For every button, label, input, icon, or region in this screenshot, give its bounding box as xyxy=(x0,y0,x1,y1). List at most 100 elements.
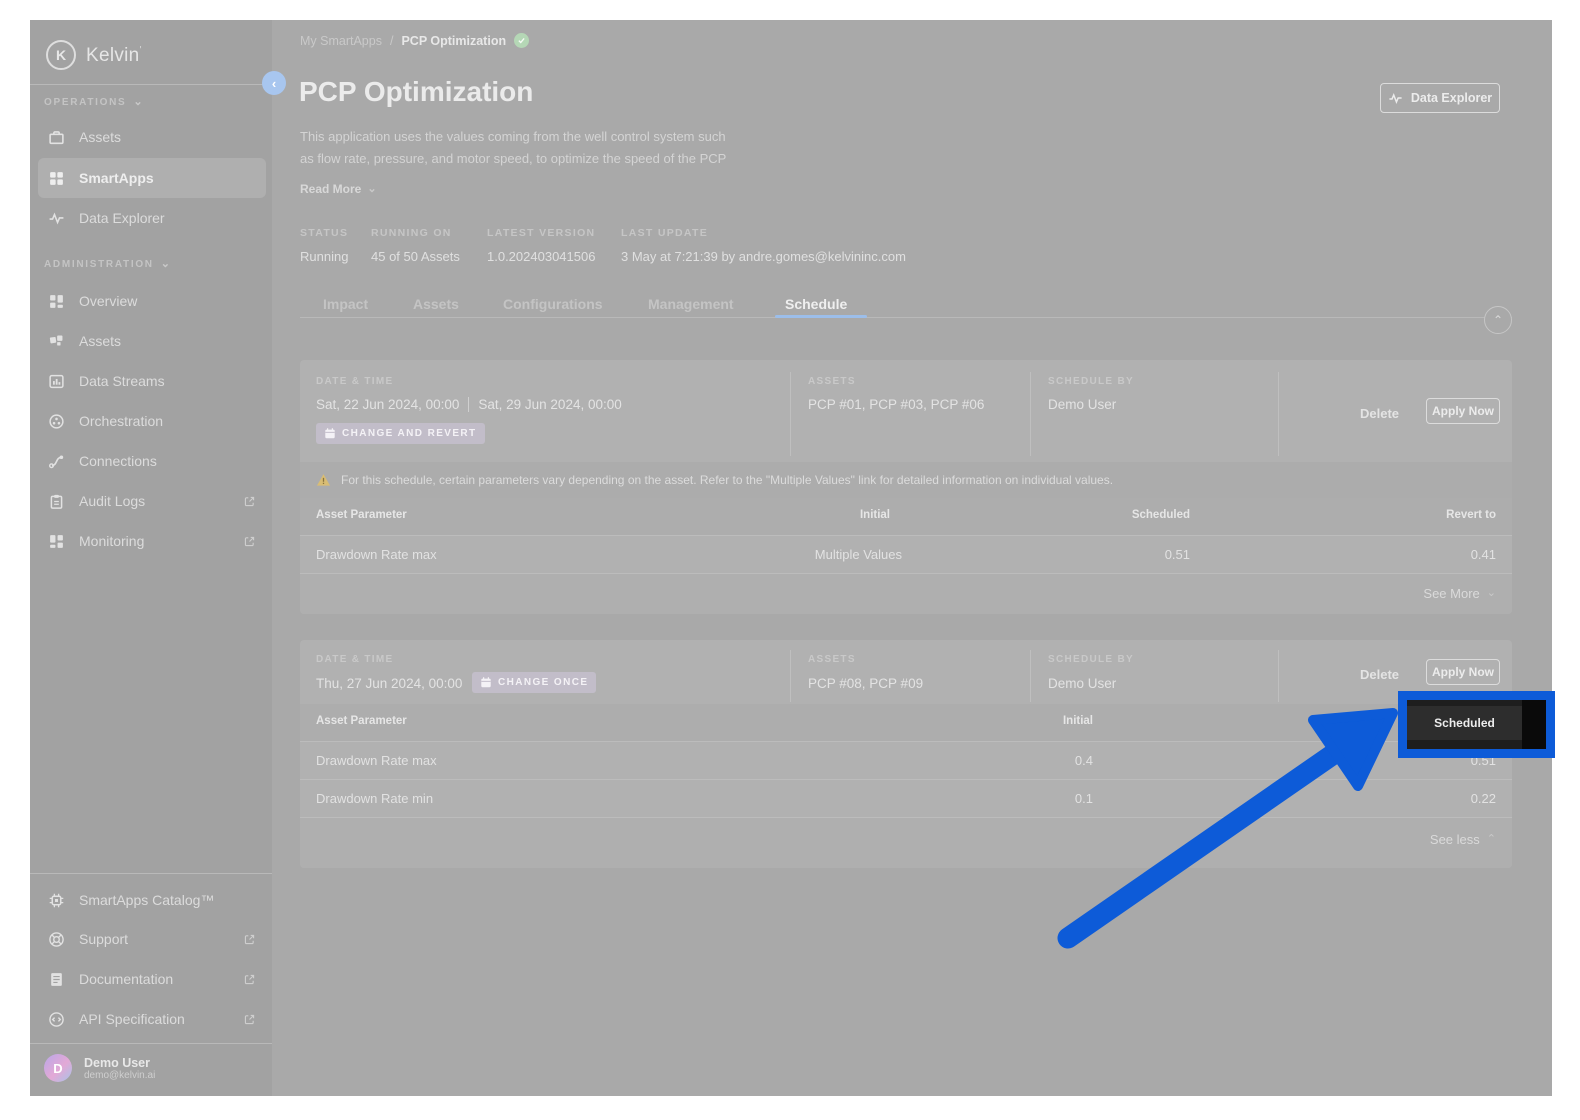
app-description-line1: This application uses the values coming … xyxy=(300,129,726,144)
date-end: Sat, 29 Jun 2024, 00:00 xyxy=(478,397,621,412)
document-icon xyxy=(48,971,65,988)
chevron-left-icon: ‹ xyxy=(272,76,276,91)
verified-check-icon xyxy=(514,33,529,48)
card-divider xyxy=(1278,372,1279,456)
sidebar-section-operations[interactable]: OPERATIONS ⌄ xyxy=(44,97,144,108)
tab-configurations[interactable]: Configurations xyxy=(503,296,603,312)
external-link-icon xyxy=(243,1013,256,1026)
apply-now-button[interactable]: Apply Now xyxy=(1426,398,1500,424)
date-start: Thu, 27 Jun 2024, 00:00 xyxy=(316,676,462,691)
breadcrumb-current: PCP Optimization xyxy=(401,34,506,48)
section-label: ADMINISTRATION xyxy=(44,259,154,270)
column-header: Scheduled xyxy=(1132,509,1190,521)
cell-revert-to: 0.41 xyxy=(1471,547,1496,562)
running-on-label: RUNNING ON xyxy=(371,227,452,239)
brand-name: Kelvin' xyxy=(86,45,142,67)
sidebar-item-label: Documentation xyxy=(79,971,173,987)
multiple-values-warning: For this schedule, certain parameters va… xyxy=(300,462,1512,498)
card-divider xyxy=(1030,650,1031,702)
apply-now-button[interactable]: Apply Now xyxy=(1426,659,1500,685)
sidebar-item-api-specification[interactable]: API Specification xyxy=(38,999,266,1039)
tab-impact[interactable]: Impact xyxy=(323,296,368,312)
card-divider xyxy=(790,372,791,456)
assets-value: PCP #08, PCP #09 xyxy=(808,676,923,691)
tab-schedule[interactable]: Schedule xyxy=(785,296,847,312)
sidebar-item-overview[interactable]: Overview xyxy=(38,281,266,321)
pulse-icon xyxy=(1388,91,1403,106)
sidebar-item-admin-assets[interactable]: Assets xyxy=(38,321,266,361)
dashboard-icon xyxy=(48,293,65,310)
sidebar-item-audit-logs[interactable]: Audit Logs xyxy=(38,481,266,521)
cell-initial[interactable]: Multiple Values xyxy=(815,547,902,562)
sidebar-item-label: Assets xyxy=(79,333,121,349)
annotation-arrow xyxy=(1040,690,1420,970)
schedule-by-label: SCHEDULE BY xyxy=(1048,376,1134,387)
sidebar-item-connections[interactable]: Connections xyxy=(38,441,266,481)
annotation-highlight-box xyxy=(1398,691,1555,758)
cell-parameter: Drawdown Rate min xyxy=(316,791,433,806)
user-name: Demo User xyxy=(84,1056,155,1070)
sidebar-item-label: Data Streams xyxy=(79,373,165,389)
latest-version-label: LATEST VERSION xyxy=(487,227,595,239)
sidebar-divider xyxy=(30,1043,272,1044)
column-header: Asset Parameter xyxy=(316,509,407,521)
card-divider xyxy=(790,650,791,702)
sidebar-item-label: Support xyxy=(79,931,128,947)
schedule-by-label: SCHEDULE BY xyxy=(1048,654,1134,665)
sidebar-item-label: Monitoring xyxy=(79,533,144,549)
see-less-toggle[interactable]: See less ⌃ xyxy=(1430,832,1496,847)
date-time-value: Sat, 22 Jun 2024, 00:00 Sat, 29 Jun 2024… xyxy=(316,397,622,412)
read-more-toggle[interactable]: Read More ⌄ xyxy=(300,182,377,196)
see-more-toggle[interactable]: See More ⌄ xyxy=(1423,586,1496,601)
read-more-label: Read More xyxy=(300,182,361,196)
external-link-icon xyxy=(243,973,256,986)
user-email: demo@kelvin.ai xyxy=(84,1070,155,1081)
schedule-by-value: Demo User xyxy=(1048,397,1116,412)
date-time-label: DATE & TIME xyxy=(316,376,393,387)
sidebar-divider xyxy=(30,84,272,85)
sidebar-item-support[interactable]: Support xyxy=(38,919,266,959)
schedule-type-badge: CHANGE AND REVERT xyxy=(316,423,485,444)
sidebar-collapse-button[interactable]: ‹ xyxy=(262,71,286,95)
sidebar-item-assets[interactable]: Assets xyxy=(38,117,266,157)
chevron-up-icon: ⌃ xyxy=(1493,313,1503,327)
page-title: PCP Optimization xyxy=(299,76,533,108)
sidebar-section-administration[interactable]: ADMINISTRATION ⌄ xyxy=(44,259,172,270)
sidebar-item-orchestration[interactable]: Orchestration xyxy=(38,401,266,441)
smartapps-grid-icon xyxy=(48,170,65,187)
breadcrumb: My SmartApps / PCP Optimization xyxy=(300,33,529,48)
sidebar-item-data-explorer[interactable]: Data Explorer xyxy=(38,198,266,238)
assets-label: ASSETS xyxy=(808,376,856,387)
chevron-up-icon: ⌃ xyxy=(1487,834,1496,845)
sidebar-item-smartapps-catalog[interactable]: SmartApps Catalog™ xyxy=(38,880,266,920)
tab-management[interactable]: Management xyxy=(648,296,734,312)
section-label: OPERATIONS xyxy=(44,97,126,108)
clipboard-icon xyxy=(48,493,65,510)
assets-label: ASSETS xyxy=(808,654,856,665)
schedule-by-value: Demo User xyxy=(1048,676,1116,691)
sidebar-item-smartapps[interactable]: SmartApps xyxy=(38,158,266,198)
user-menu[interactable]: D Demo User demo@kelvin.ai xyxy=(44,1054,155,1082)
breadcrumb-root-link[interactable]: My SmartApps xyxy=(300,34,382,48)
cell-parameter: Drawdown Rate max xyxy=(316,753,437,768)
sidebar-item-monitoring[interactable]: Monitoring xyxy=(38,521,266,561)
sidebar-item-documentation[interactable]: Documentation xyxy=(38,959,266,999)
delete-button[interactable]: Delete xyxy=(1360,667,1399,682)
kelvin-logo-icon: K xyxy=(46,40,76,70)
card-footer: See More ⌄ xyxy=(300,573,1512,614)
sidebar-item-data-streams[interactable]: Data Streams xyxy=(38,361,266,401)
delete-button[interactable]: Delete xyxy=(1360,406,1399,421)
table-header-row: Asset Parameter Initial Scheduled Revert… xyxy=(300,498,1512,535)
chevron-down-icon: ⌄ xyxy=(367,184,376,195)
monitoring-grid-icon xyxy=(48,533,65,550)
external-link-icon xyxy=(243,535,256,548)
chevron-down-icon: ⌄ xyxy=(161,259,172,270)
cell-parameter: Drawdown Rate max xyxy=(316,547,437,562)
chip-icon xyxy=(48,892,65,909)
active-tab-underline xyxy=(775,315,867,318)
data-explorer-button[interactable]: Data Explorer xyxy=(1380,83,1500,113)
column-header: Revert to xyxy=(1446,509,1496,521)
tab-assets[interactable]: Assets xyxy=(413,296,459,312)
collapse-section-button[interactable]: ⌃ xyxy=(1484,306,1512,334)
breadcrumb-separator: / xyxy=(390,34,393,48)
